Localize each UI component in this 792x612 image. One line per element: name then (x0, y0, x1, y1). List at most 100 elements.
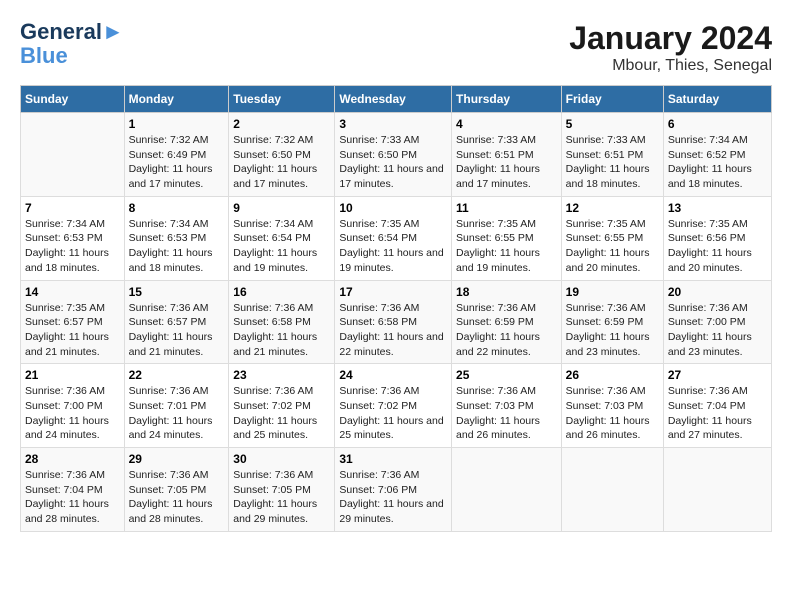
day-cell: 24 Sunrise: 7:36 AMSunset: 7:02 PMDayligh… (335, 364, 452, 448)
day-number: 15 (129, 285, 225, 299)
logo-text: General►Blue (20, 20, 124, 68)
day-cell: 9 Sunrise: 7:34 AMSunset: 6:54 PMDaylight… (229, 196, 335, 280)
day-cell: 19Sunrise: 7:36 AMSunset: 6:59 PMDayligh… (561, 280, 663, 364)
day-info: Sunrise: 7:36 AMSunset: 7:01 PMDaylight:… (129, 384, 225, 443)
day-info: Sunrise: 7:34 AMSunset: 6:54 PMDaylight:… (233, 217, 330, 276)
day-number: 23 (233, 368, 330, 382)
day-info: Sunrise: 7:36 AMSunset: 7:02 PMDaylight:… (339, 384, 447, 443)
week-row-2: 7 Sunrise: 7:34 AMSunset: 6:53 PMDaylight… (21, 196, 772, 280)
day-cell: 4 Sunrise: 7:33 AMSunset: 6:51 PMDaylight… (452, 113, 562, 197)
day-cell: 16Sunrise: 7:36 AMSunset: 6:58 PMDayligh… (229, 280, 335, 364)
day-number: 17 (339, 285, 447, 299)
day-info: Sunrise: 7:32 AMSunset: 6:50 PMDaylight:… (233, 133, 330, 192)
week-row-3: 14 Sunrise: 7:35 AMSunset: 6:57 PMDayligh… (21, 280, 772, 364)
day-info: Sunrise: 7:36 AMSunset: 6:58 PMDaylight:… (233, 301, 330, 360)
day-info: Sunrise: 7:36 AMSunset: 6:59 PMDaylight:… (456, 301, 557, 360)
day-number: 24 (339, 368, 447, 382)
day-number: 11 (456, 201, 557, 215)
day-number: 6 (668, 117, 767, 131)
day-number: 29 (129, 452, 225, 466)
day-cell: 17 Sunrise: 7:36 AMSunset: 6:58 PMDayligh… (335, 280, 452, 364)
day-number: 13 (668, 201, 767, 215)
day-info: Sunrise: 7:36 AMSunset: 6:58 PMDaylight:… (339, 301, 447, 360)
day-cell: 22 Sunrise: 7:36 AMSunset: 7:01 PMDayligh… (124, 364, 229, 448)
day-number: 20 (668, 285, 767, 299)
col-header-wednesday: Wednesday (335, 86, 452, 113)
day-cell: 11 Sunrise: 7:35 AMSunset: 6:55 PMDayligh… (452, 196, 562, 280)
day-number: 3 (339, 117, 447, 131)
day-cell: 20 Sunrise: 7:36 AMSunset: 7:00 PMDayligh… (663, 280, 771, 364)
title-block: January 2024 Mbour, Thies, Senegal (569, 20, 772, 75)
day-cell: 30 Sunrise: 7:36 AMSunset: 7:05 PMDayligh… (229, 448, 335, 532)
day-cell: 8 Sunrise: 7:34 AMSunset: 6:53 PMDaylight… (124, 196, 229, 280)
day-info: Sunrise: 7:36 AMSunset: 7:06 PMDaylight:… (339, 468, 447, 527)
day-number: 28 (25, 452, 120, 466)
day-cell (21, 113, 125, 197)
week-row-5: 28 Sunrise: 7:36 AMSunset: 7:04 PMDayligh… (21, 448, 772, 532)
page-header: General►Blue January 2024 Mbour, Thies, … (20, 20, 772, 75)
day-info: Sunrise: 7:32 AMSunset: 6:49 PMDaylight:… (129, 133, 225, 192)
day-number: 2 (233, 117, 330, 131)
day-number: 4 (456, 117, 557, 131)
day-info: Sunrise: 7:34 AMSunset: 6:53 PMDaylight:… (25, 217, 120, 276)
day-number: 22 (129, 368, 225, 382)
day-number: 5 (566, 117, 659, 131)
day-cell: 2 Sunrise: 7:32 AMSunset: 6:50 PMDaylight… (229, 113, 335, 197)
day-cell: 23Sunrise: 7:36 AMSunset: 7:02 PMDayligh… (229, 364, 335, 448)
day-number: 12 (566, 201, 659, 215)
day-number: 14 (25, 285, 120, 299)
day-cell: 27 Sunrise: 7:36 AMSunset: 7:04 PMDayligh… (663, 364, 771, 448)
day-info: Sunrise: 7:35 AMSunset: 6:56 PMDaylight:… (668, 217, 767, 276)
day-cell: 14 Sunrise: 7:35 AMSunset: 6:57 PMDayligh… (21, 280, 125, 364)
day-cell: 13 Sunrise: 7:35 AMSunset: 6:56 PMDayligh… (663, 196, 771, 280)
day-info: Sunrise: 7:36 AMSunset: 7:05 PMDaylight:… (129, 468, 225, 527)
day-info: Sunrise: 7:35 AMSunset: 6:57 PMDaylight:… (25, 301, 120, 360)
day-cell: 7 Sunrise: 7:34 AMSunset: 6:53 PMDaylight… (21, 196, 125, 280)
day-info: Sunrise: 7:36 AMSunset: 7:00 PMDaylight:… (25, 384, 120, 443)
calendar-table: SundayMondayTuesdayWednesdayThursdayFrid… (20, 85, 772, 532)
day-number: 21 (25, 368, 120, 382)
page-subtitle: Mbour, Thies, Senegal (569, 57, 772, 75)
day-cell (452, 448, 562, 532)
day-number: 25 (456, 368, 557, 382)
day-info: Sunrise: 7:36 AMSunset: 7:00 PMDaylight:… (668, 301, 767, 360)
day-info: Sunrise: 7:36 AMSunset: 7:05 PMDaylight:… (233, 468, 330, 527)
day-info: Sunrise: 7:35 AMSunset: 6:55 PMDaylight:… (456, 217, 557, 276)
day-info: Sunrise: 7:36 AMSunset: 7:04 PMDaylight:… (668, 384, 767, 443)
day-number: 30 (233, 452, 330, 466)
day-cell: 18 Sunrise: 7:36 AMSunset: 6:59 PMDayligh… (452, 280, 562, 364)
day-cell: 5 Sunrise: 7:33 AMSunset: 6:51 PMDaylight… (561, 113, 663, 197)
col-header-friday: Friday (561, 86, 663, 113)
day-info: Sunrise: 7:36 AMSunset: 7:04 PMDaylight:… (25, 468, 120, 527)
col-header-tuesday: Tuesday (229, 86, 335, 113)
day-cell: 6 Sunrise: 7:34 AMSunset: 6:52 PMDaylight… (663, 113, 771, 197)
day-number: 18 (456, 285, 557, 299)
day-cell: 21 Sunrise: 7:36 AMSunset: 7:00 PMDayligh… (21, 364, 125, 448)
day-cell: 10 Sunrise: 7:35 AMSunset: 6:54 PMDayligh… (335, 196, 452, 280)
day-number: 31 (339, 452, 447, 466)
day-cell: 28 Sunrise: 7:36 AMSunset: 7:04 PMDayligh… (21, 448, 125, 532)
day-cell: 3 Sunrise: 7:33 AMSunset: 6:50 PMDaylight… (335, 113, 452, 197)
day-number: 10 (339, 201, 447, 215)
day-info: Sunrise: 7:34 AMSunset: 6:52 PMDaylight:… (668, 133, 767, 192)
day-info: Sunrise: 7:36 AMSunset: 7:03 PMDaylight:… (456, 384, 557, 443)
day-cell: 29 Sunrise: 7:36 AMSunset: 7:05 PMDayligh… (124, 448, 229, 532)
day-info: Sunrise: 7:36 AMSunset: 6:57 PMDaylight:… (129, 301, 225, 360)
day-number: 9 (233, 201, 330, 215)
day-number: 7 (25, 201, 120, 215)
day-info: Sunrise: 7:36 AMSunset: 7:03 PMDaylight:… (566, 384, 659, 443)
day-info: Sunrise: 7:33 AMSunset: 6:51 PMDaylight:… (456, 133, 557, 192)
day-cell: 31 Sunrise: 7:36 AMSunset: 7:06 PMDayligh… (335, 448, 452, 532)
day-info: Sunrise: 7:33 AMSunset: 6:50 PMDaylight:… (339, 133, 447, 192)
day-number: 27 (668, 368, 767, 382)
day-cell: 15 Sunrise: 7:36 AMSunset: 6:57 PMDayligh… (124, 280, 229, 364)
day-number: 26 (566, 368, 659, 382)
col-header-saturday: Saturday (663, 86, 771, 113)
day-info: Sunrise: 7:34 AMSunset: 6:53 PMDaylight:… (129, 217, 225, 276)
day-number: 8 (129, 201, 225, 215)
day-info: Sunrise: 7:35 AMSunset: 6:54 PMDaylight:… (339, 217, 447, 276)
day-info: Sunrise: 7:33 AMSunset: 6:51 PMDaylight:… (566, 133, 659, 192)
logo: General►Blue (20, 20, 124, 68)
day-cell: 12Sunrise: 7:35 AMSunset: 6:55 PMDayligh… (561, 196, 663, 280)
page-title: January 2024 (569, 20, 772, 57)
